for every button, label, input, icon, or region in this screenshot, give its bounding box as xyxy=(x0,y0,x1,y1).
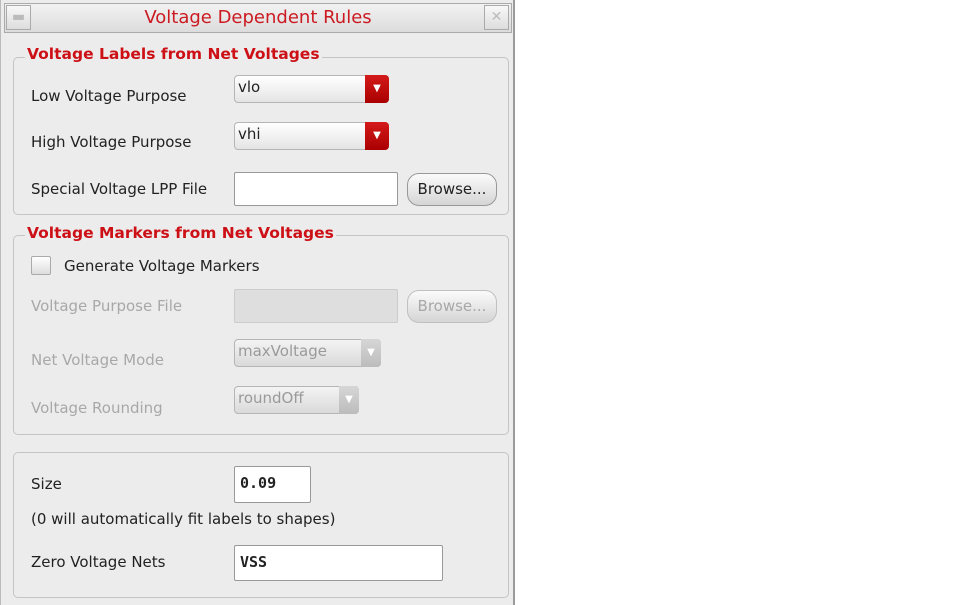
zero-voltage-nets-label: Zero Voltage Nets xyxy=(31,553,166,571)
high-voltage-purpose-dropdown[interactable]: vhi ▼ xyxy=(234,122,389,150)
voltage-purpose-file-input[interactable] xyxy=(234,289,398,323)
voltage-rounding-dropdown[interactable]: roundOff ▼ xyxy=(234,386,359,414)
special-voltage-lpp-file-input[interactable] xyxy=(234,172,398,206)
chevron-down-icon: ▼ xyxy=(339,386,359,414)
generate-voltage-markers-checkbox[interactable] xyxy=(31,256,51,275)
high-voltage-purpose-value: vhi xyxy=(238,125,261,143)
close-button[interactable]: ✕ xyxy=(484,5,509,30)
purpose-file-browse-button[interactable]: Browse... xyxy=(407,290,497,323)
special-voltage-lpp-file-label: Special Voltage LPP File xyxy=(31,180,208,198)
size-note: (0 will automatically fit labels to shap… xyxy=(31,510,336,528)
size-input[interactable]: 0.09 xyxy=(234,466,311,503)
title-bar[interactable]: ▬ Voltage Dependent Rules ✕ xyxy=(4,3,512,33)
low-voltage-purpose-label: Low Voltage Purpose xyxy=(31,87,187,105)
net-voltage-mode-value: maxVoltage xyxy=(238,342,327,360)
chevron-down-icon: ▼ xyxy=(361,339,381,367)
lpp-browse-button[interactable]: Browse... xyxy=(407,173,497,206)
window-title: Voltage Dependent Rules xyxy=(144,7,372,28)
chevron-down-icon: ▼ xyxy=(365,75,389,103)
chevron-down-icon: ▼ xyxy=(365,122,389,150)
size-label: Size xyxy=(31,475,62,493)
low-voltage-purpose-dropdown[interactable]: vlo ▼ xyxy=(234,75,389,103)
close-icon: ✕ xyxy=(490,9,503,25)
voltage-labels-legend: Voltage Labels from Net Voltages xyxy=(25,45,322,63)
high-voltage-purpose-label: High Voltage Purpose xyxy=(31,133,192,151)
low-voltage-purpose-value: vlo xyxy=(238,78,261,96)
zero-voltage-nets-input[interactable]: VSS xyxy=(234,545,443,581)
voltage-rounding-label: Voltage Rounding xyxy=(31,399,163,417)
net-voltage-mode-label: Net Voltage Mode xyxy=(31,351,165,369)
generate-voltage-markers-label: Generate Voltage Markers xyxy=(64,257,260,275)
voltage-rounding-value: roundOff xyxy=(238,389,304,407)
net-voltage-mode-dropdown[interactable]: maxVoltage ▼ xyxy=(234,339,381,367)
voltage-purpose-file-label: Voltage Purpose File xyxy=(31,297,183,315)
voltage-markers-legend: Voltage Markers from Net Voltages xyxy=(25,224,336,242)
voltage-dependent-rules-dialog: ▬ Voltage Dependent Rules ✕ Voltage Labe… xyxy=(0,0,515,605)
